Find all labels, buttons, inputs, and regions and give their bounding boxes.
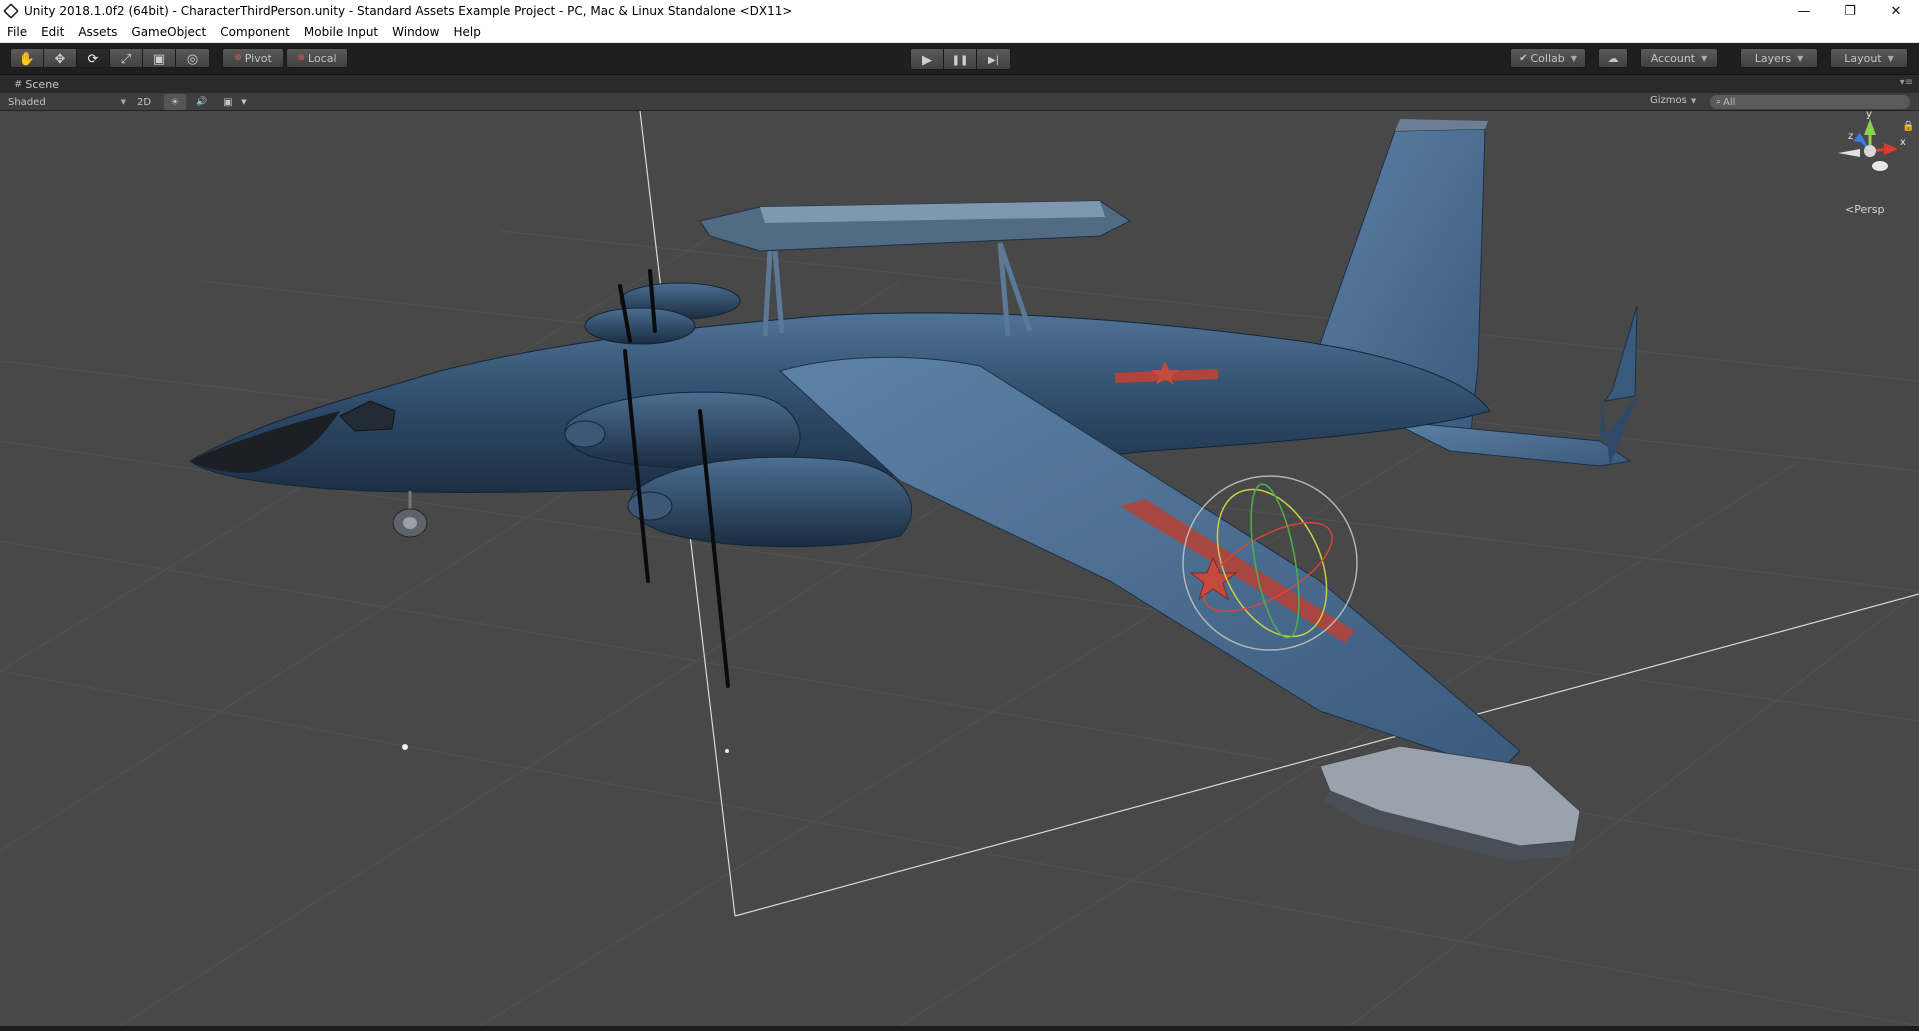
menu-help[interactable]: Help: [446, 22, 487, 43]
toggle-2d-button[interactable]: 2D: [134, 94, 154, 110]
chevron-down-icon: ▼: [1570, 53, 1577, 63]
layout-dropdown[interactable]: Layout ▼: [1830, 48, 1908, 68]
spinner-inner: [564, 420, 606, 448]
shading-mode-dropdown[interactable]: Shaded ▼: [8, 95, 126, 109]
effects-toggle-icon[interactable]: ▣: [220, 94, 236, 110]
bottom-border: [0, 1026, 1919, 1031]
search-icon: ⌕: [1716, 97, 1722, 107]
local-toggle[interactable]: ⊗ Local: [286, 48, 348, 68]
local-icon: ⊗: [297, 53, 306, 63]
search-input[interactable]: [1723, 96, 1894, 108]
light-marker: [402, 744, 408, 750]
scene-toolbar: Shaded ▼ 2D ☀ 🔊 ▣ ▼ Gizmos ▼ ⌕: [0, 93, 1919, 111]
projection-label: Persp: [1854, 203, 1885, 216]
gizmos-dropdown[interactable]: Gizmos ▼: [1650, 95, 1696, 106]
local-label: Local: [308, 51, 337, 65]
hand-tool-icon[interactable]: ✋: [11, 49, 44, 67]
cloud-button[interactable]: ☁: [1598, 48, 1628, 68]
menu-bar: File Edit Assets GameObject Component Mo…: [0, 22, 1919, 43]
nose-landing-gear: [392, 491, 428, 538]
menu-window[interactable]: Window: [385, 22, 446, 43]
playback-controls: ▶ ❚❚ ▶|: [910, 48, 1011, 70]
unity-logo-icon: [3, 3, 19, 19]
pause-icon[interactable]: ❚❚: [944, 49, 977, 69]
check-icon: ✔: [1519, 52, 1528, 64]
menu-assets[interactable]: Assets: [71, 22, 124, 43]
pivot-label: Pivot: [244, 51, 272, 65]
lighting-toggle-icon[interactable]: ☀: [164, 94, 186, 110]
menu-edit[interactable]: Edit: [34, 22, 71, 43]
transform-tool-icon[interactable]: ◎: [176, 49, 209, 67]
minimize-button[interactable]: —: [1781, 0, 1827, 22]
axis-label-z: z: [1848, 131, 1853, 142]
menu-file[interactable]: File: [0, 22, 34, 43]
move-tool-icon[interactable]: ✥: [44, 49, 77, 67]
audio-toggle-icon[interactable]: 🔊: [192, 94, 212, 110]
tab-menu-icon[interactable]: ▾≡: [1900, 77, 1913, 88]
projection-toggle[interactable]: <Persp: [1845, 203, 1884, 216]
chevron-down-icon: ▼: [1690, 96, 1697, 105]
account-label: Account: [1650, 51, 1696, 65]
chevron-down-icon: ▼: [1887, 53, 1894, 63]
hierarchy-search: ⌕: [1710, 95, 1910, 109]
axis-label-x: x: [1900, 137, 1906, 148]
axis-label-y: y: [1866, 111, 1872, 120]
spinner-outer: [627, 491, 673, 521]
rotate-tool-icon[interactable]: ⟳: [77, 49, 110, 67]
tab-scene[interactable]: # Scene: [6, 76, 67, 93]
orientation-gizmo[interactable]: [1838, 119, 1898, 171]
restore-button[interactable]: ❐: [1827, 0, 1873, 22]
tab-scene-label: Scene: [25, 78, 59, 91]
menu-gameobject[interactable]: GameObject: [124, 22, 213, 43]
origin-marker: [725, 749, 729, 753]
chevron-down-icon: ▼: [1701, 53, 1708, 63]
lock-icon[interactable]: 🔒: [1902, 120, 1914, 132]
collab-label: Collab: [1530, 51, 1565, 65]
shading-mode-label: Shaded: [8, 96, 46, 108]
main-toolbar: ✋ ✥ ⟳ ⤢ ▣ ◎ ⊕ Pivot ⊗ Local ▶ ❚❚ ▶| ✔ Co…: [0, 43, 1919, 75]
stabilizer-endplate: [1603, 305, 1638, 402]
pivot-toggle[interactable]: ⊕ Pivot: [222, 48, 284, 68]
step-icon[interactable]: ▶|: [977, 49, 1010, 69]
close-button[interactable]: ✕: [1873, 0, 1919, 22]
cloud-icon: ☁: [1607, 51, 1619, 65]
chevron-down-icon: ▼: [1797, 53, 1804, 63]
grid-icon: #: [14, 79, 23, 90]
menu-component[interactable]: Component: [213, 22, 297, 43]
collab-dropdown[interactable]: ✔ Collab ▼: [1510, 48, 1586, 68]
account-dropdown[interactable]: Account ▼: [1640, 48, 1718, 68]
scale-tool-icon[interactable]: ⤢: [110, 49, 143, 67]
rect-tool-icon[interactable]: ▣: [143, 49, 176, 67]
layers-dropdown[interactable]: Layers ▼: [1740, 48, 1818, 68]
window-titlebar: Unity 2018.1.0f2 (64bit) - CharacterThir…: [0, 0, 1919, 22]
scene-tab-bar: # Scene ▾≡: [0, 75, 1919, 93]
scene-viewport[interactable]: y x z 🔒 <Persp: [0, 111, 1919, 1026]
window-title: Unity 2018.1.0f2 (64bit) - CharacterThir…: [24, 4, 793, 18]
menu-mobile-input[interactable]: Mobile Input: [297, 22, 385, 43]
gizmos-label: Gizmos: [1650, 95, 1687, 106]
pivot-icon: ⊕: [234, 53, 242, 63]
horizontal-stabilizer: [1389, 420, 1632, 467]
chevron-down-icon[interactable]: ▼: [239, 94, 249, 110]
chevron-down-icon: ▼: [120, 98, 126, 106]
layers-label: Layers: [1754, 51, 1792, 65]
scene-render: y x z 🔒: [0, 111, 1919, 1026]
layout-label: Layout: [1844, 51, 1882, 65]
engine-far-inner: [584, 307, 696, 345]
chevron-left-icon: <: [1845, 203, 1855, 216]
fin-cap: [1395, 119, 1488, 131]
transform-tools: ✋ ✥ ⟳ ⤢ ▣ ◎: [10, 48, 210, 68]
play-icon[interactable]: ▶: [911, 49, 944, 69]
